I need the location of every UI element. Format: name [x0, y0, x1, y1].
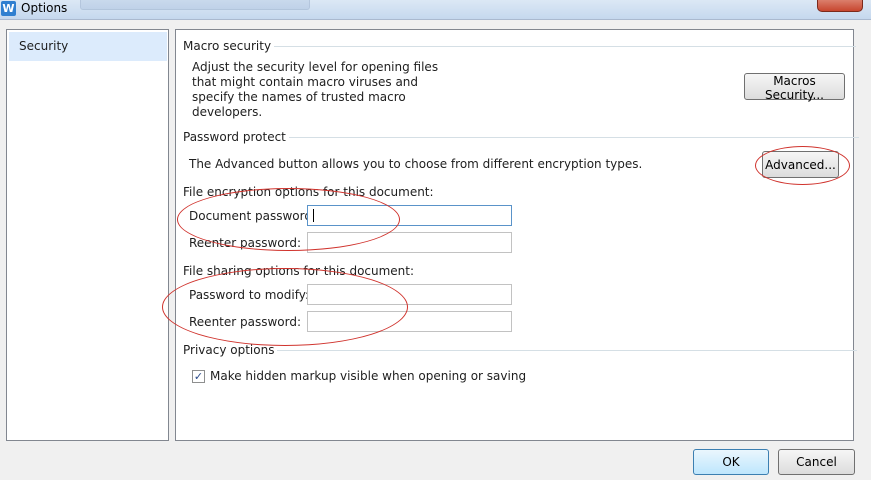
macro-security-heading: Macro security	[183, 39, 857, 53]
macro-desc-line-2: that might contain macro viruses and	[192, 75, 419, 89]
check-mark-icon: ✓	[193, 370, 204, 383]
reenter-password-input[interactable]	[307, 232, 512, 253]
reenter-password-label: Reenter password:	[189, 236, 302, 250]
category-list: Security	[6, 29, 169, 441]
document-password-input[interactable]	[307, 205, 512, 226]
background-window-tab	[80, 0, 310, 10]
show-hidden-markup-checkbox[interactable]: ✓	[192, 370, 205, 383]
password-protect-heading: Password protect	[183, 130, 859, 144]
section-title: Privacy options	[183, 343, 275, 357]
text-caret	[313, 209, 314, 222]
advanced-button[interactable]: Advanced...	[762, 151, 839, 178]
macros-security-button[interactable]: Macros Security...	[744, 73, 845, 102]
reenter-modify-password-label: Reenter password:	[189, 315, 302, 329]
sharing-options-heading: File sharing options for this document:	[183, 264, 415, 278]
section-title: Password protect	[183, 130, 286, 144]
document-password-label: Document password:	[189, 209, 316, 223]
macro-desc-line-4: developers.	[192, 105, 263, 119]
security-panel: Macro security Adjust the security level…	[162, 29, 859, 441]
macro-desc-line-1: Adjust the security level for opening fi…	[192, 60, 439, 74]
divider	[288, 136, 859, 138]
password-to-modify-label: Password to modify:	[189, 288, 309, 302]
reenter-modify-password-input[interactable]	[307, 311, 512, 332]
privacy-options-heading: Privacy options	[183, 343, 858, 357]
password-to-modify-input[interactable]	[307, 284, 512, 305]
divider	[274, 45, 857, 47]
cancel-button[interactable]: Cancel	[778, 449, 855, 475]
section-title: Macro security	[183, 39, 272, 53]
sidebar-item-security[interactable]: Security	[9, 32, 167, 61]
title-bar: W Options	[0, 0, 871, 20]
wps-app-icon: W	[1, 1, 16, 16]
window-title: Options	[21, 1, 68, 15]
divider	[277, 349, 858, 351]
encryption-options-heading: File encryption options for this documen…	[183, 185, 434, 199]
ok-button[interactable]: OK	[693, 449, 769, 475]
macro-desc-line-3: specify the names of trusted macro	[192, 90, 406, 104]
advanced-description: The Advanced button allows you to choose…	[189, 157, 643, 171]
annotation-ellipse-sharing	[162, 268, 408, 346]
close-window-button[interactable]	[817, 0, 863, 12]
show-hidden-markup-label[interactable]: Make hidden markup visible when opening …	[210, 369, 526, 384]
